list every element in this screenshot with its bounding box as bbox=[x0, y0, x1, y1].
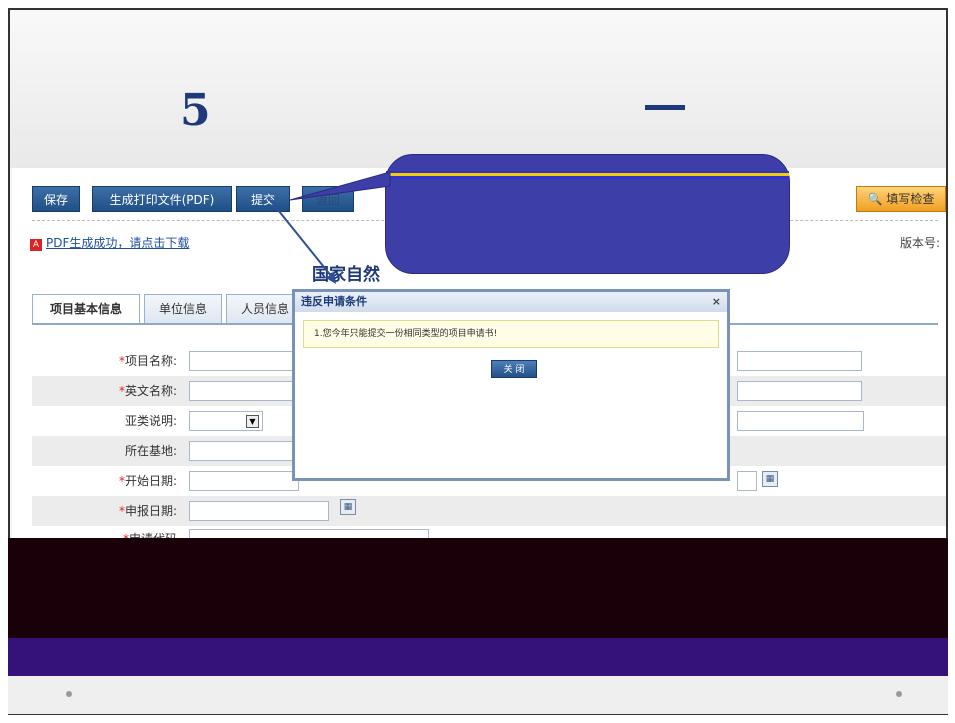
dialog-close-button[interactable]: 关 闭 bbox=[491, 360, 537, 378]
calendar-icon[interactable]: ▦ bbox=[340, 499, 356, 515]
slide-number: 5 bbox=[180, 85, 211, 136]
project-name-input[interactable] bbox=[189, 351, 299, 371]
english-name-label: *英文名称: bbox=[118, 384, 177, 398]
dialog-message: 1.您今年只能提交一份相同类型的项目申请书! bbox=[303, 320, 719, 348]
project-name-input-right[interactable] bbox=[737, 351, 862, 371]
project-name-label: *项目名称: bbox=[118, 354, 177, 368]
subtype-input-right[interactable] bbox=[737, 411, 864, 431]
base-input[interactable] bbox=[189, 441, 299, 461]
tab-unit-info[interactable]: 单位信息 bbox=[144, 294, 222, 324]
calendar-icon[interactable]: ▦ bbox=[762, 471, 778, 487]
pdf-download-link[interactable]: A PDF生成成功，请点击下载 bbox=[30, 234, 189, 251]
obscured-band-purple bbox=[8, 638, 948, 676]
tab-project-info[interactable]: 项目基本信息 bbox=[32, 294, 140, 324]
base-label: 所在基地: bbox=[124, 444, 177, 458]
form-row-apply-date: *申报日期: ▦ bbox=[32, 496, 946, 526]
english-name-input-right[interactable] bbox=[737, 381, 862, 401]
subtype-select[interactable]: ▼ bbox=[189, 411, 263, 431]
save-button[interactable]: 保存 bbox=[32, 186, 80, 212]
close-icon[interactable]: × bbox=[712, 292, 721, 312]
pdf-notice-text: PDF生成成功，请点击下载 bbox=[46, 236, 190, 250]
slide-header: 5 bbox=[10, 10, 946, 168]
pdf-icon: A bbox=[30, 239, 42, 251]
slide-footer bbox=[8, 676, 948, 714]
end-date-input[interactable] bbox=[737, 471, 757, 491]
chevron-down-icon: ▼ bbox=[246, 415, 259, 428]
generate-pdf-button[interactable]: 生成打印文件(PDF) bbox=[92, 186, 232, 212]
page-heading: 国家自然 bbox=[312, 265, 380, 285]
apply-date-input[interactable] bbox=[189, 501, 329, 521]
start-date-label: *开始日期: bbox=[118, 474, 177, 488]
obscured-band bbox=[8, 538, 948, 638]
english-name-input[interactable] bbox=[189, 381, 299, 401]
callout-bubble bbox=[385, 154, 790, 274]
back-button[interactable]: 返回 bbox=[302, 186, 354, 212]
apply-date-label: *申报日期: bbox=[118, 504, 177, 518]
footer-dot-left bbox=[66, 691, 72, 697]
dialog-title-bar: 违反申请条件 × bbox=[295, 292, 727, 312]
fill-check-button[interactable]: 🔍 填写检查 bbox=[856, 186, 946, 212]
start-date-input[interactable] bbox=[189, 471, 299, 491]
subtype-label: 亚类说明: bbox=[124, 414, 177, 428]
violation-dialog: 违反申请条件 × 1.您今年只能提交一份相同类型的项目申请书! 关 闭 bbox=[292, 289, 730, 481]
fill-check-label: 填写检查 bbox=[886, 192, 935, 206]
submit-button[interactable]: 提交 bbox=[236, 186, 290, 212]
dialog-title: 违反申请条件 bbox=[301, 295, 367, 308]
version-label: 版本号: bbox=[899, 236, 940, 250]
magnifier-icon: 🔍 bbox=[867, 192, 883, 206]
slide-title-dash bbox=[645, 105, 685, 110]
footer-dot-right bbox=[896, 691, 902, 697]
callout-stripe bbox=[386, 171, 789, 179]
